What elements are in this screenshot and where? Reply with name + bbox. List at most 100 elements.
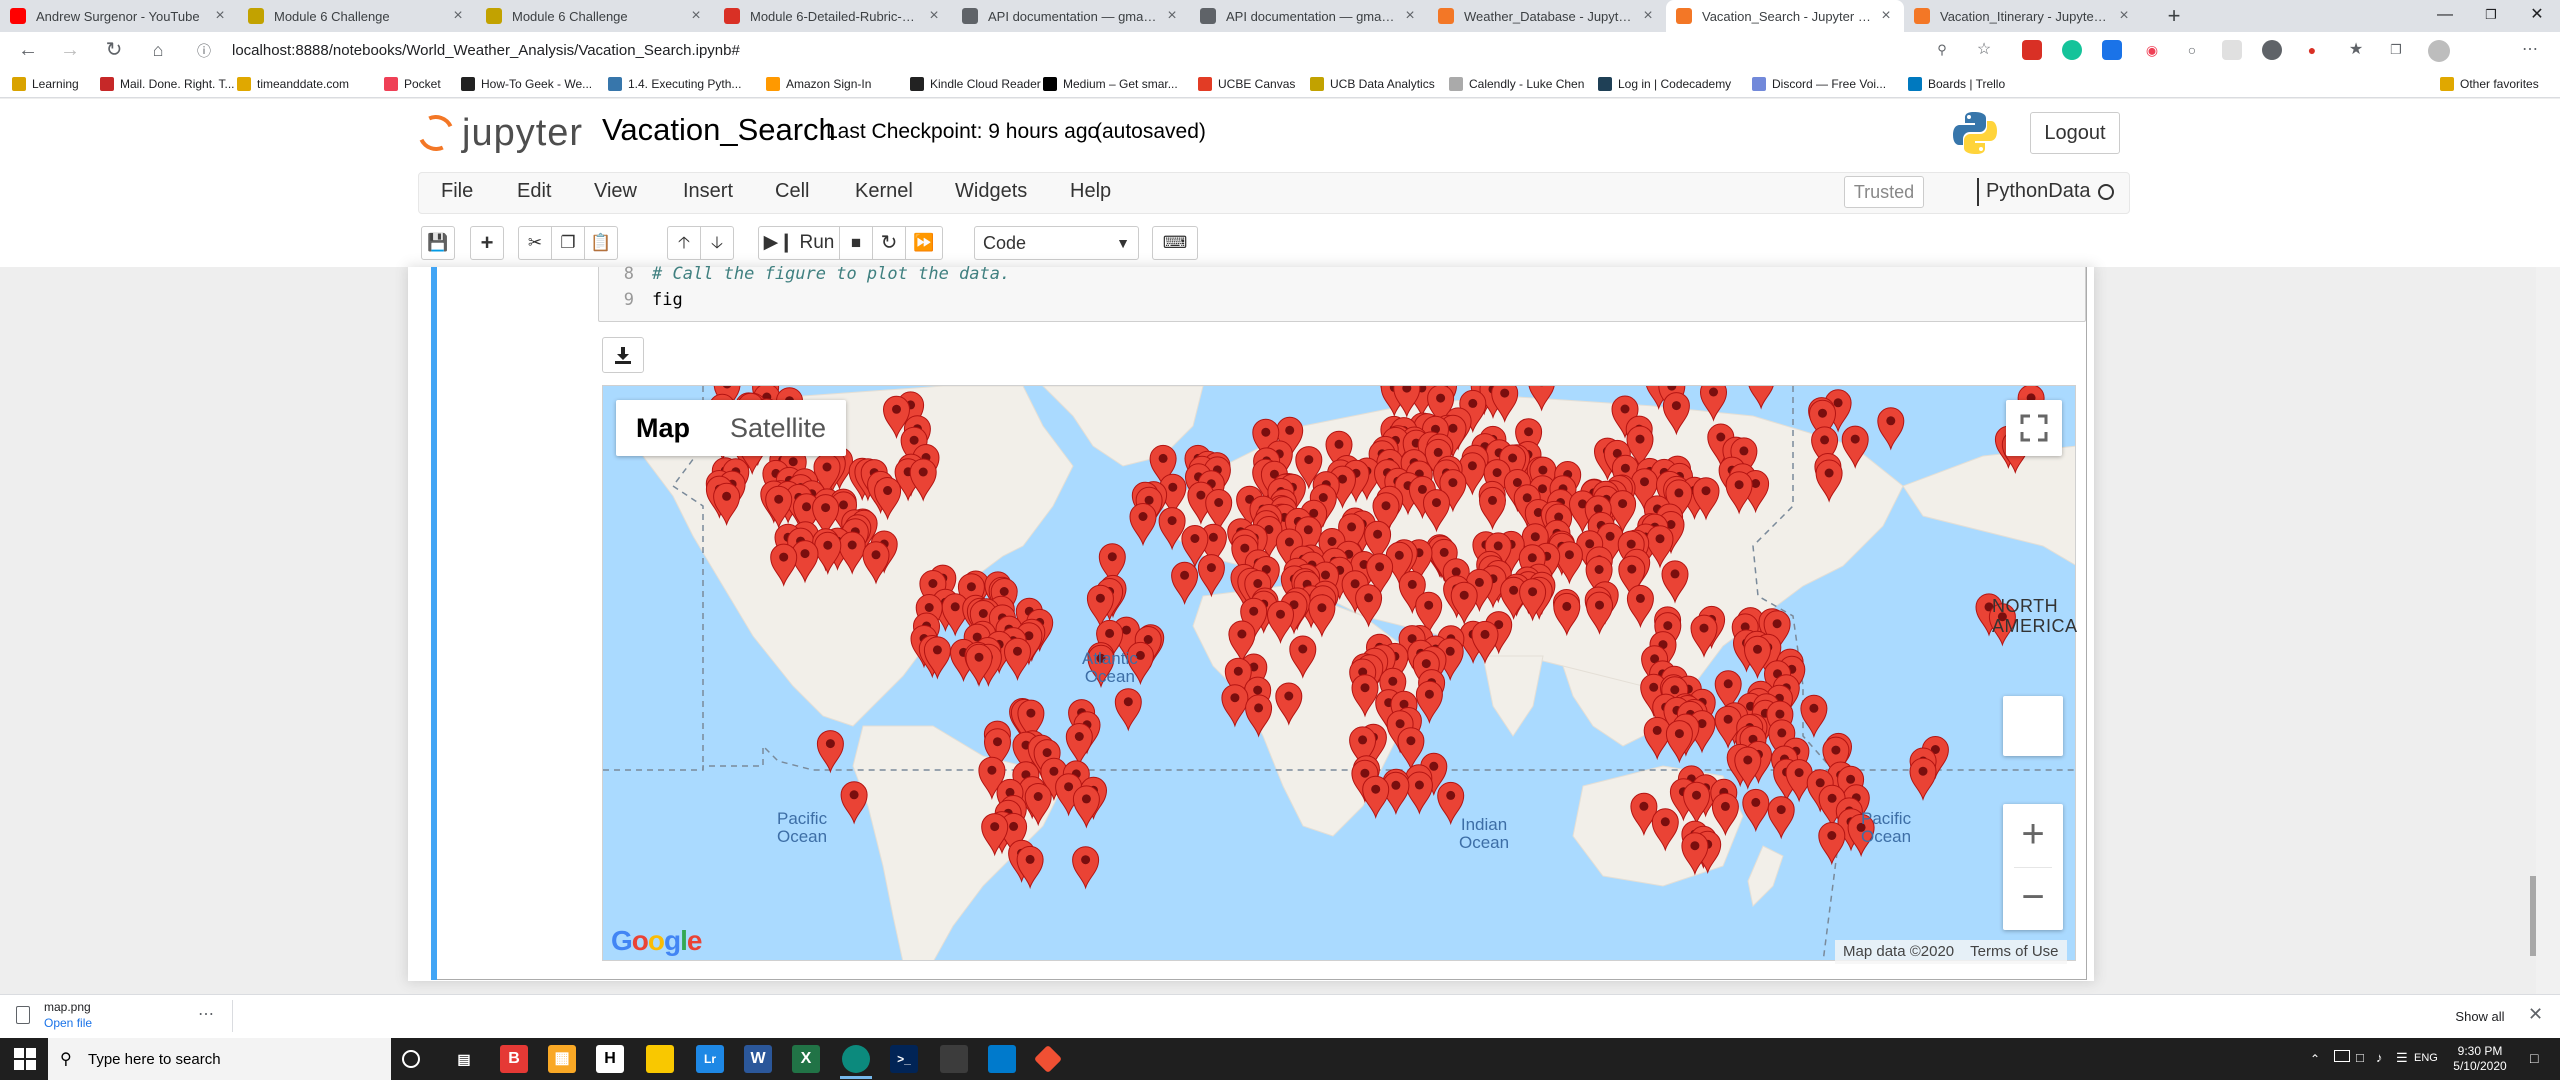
menu-cell[interactable]: Cell bbox=[775, 180, 809, 203]
map-marker[interactable] bbox=[1665, 720, 1693, 764]
bookmark-item[interactable]: Mail. Done. Right. T... bbox=[100, 75, 235, 93]
app-lr-icon[interactable]: Lr bbox=[696, 1045, 724, 1073]
bookmark-item[interactable]: Log in | Codecademy bbox=[1598, 75, 1731, 93]
map-marker[interactable] bbox=[840, 781, 868, 825]
store-icon[interactable]: ▦ bbox=[548, 1045, 576, 1073]
notifications-icon[interactable]: □ bbox=[2530, 1050, 2538, 1066]
language-indicator[interactable]: ENG bbox=[2414, 1052, 2438, 1064]
reload-icon[interactable]: ↻ bbox=[102, 38, 126, 62]
bookmark-item[interactable]: 1.4. Executing Pyth... bbox=[608, 75, 741, 93]
map-marker[interactable] bbox=[1800, 694, 1828, 739]
map-marker[interactable] bbox=[1065, 723, 1093, 767]
bookmark-item[interactable]: timeanddate.com bbox=[237, 75, 349, 93]
download-more-icon[interactable]: ⋯ bbox=[198, 1004, 214, 1024]
insert-cell-button[interactable]: + bbox=[470, 226, 504, 260]
task-view-icon[interactable]: ▤ bbox=[450, 1045, 478, 1073]
more-menu-icon[interactable]: ⋯ bbox=[2520, 40, 2540, 60]
map-marker[interactable] bbox=[1405, 771, 1433, 815]
tab-close-icon[interactable]: × bbox=[450, 7, 466, 25]
google-logo[interactable]: Google bbox=[611, 925, 702, 957]
page-scrollbar[interactable] bbox=[2536, 267, 2560, 994]
browser-tab[interactable]: Vacation_Search - Jupyter Noteb × bbox=[1666, 0, 1904, 32]
taskbar-clock[interactable]: 9:30 PM 5/10/2020 bbox=[2440, 1044, 2520, 1074]
windows-start-icon[interactable] bbox=[14, 1048, 36, 1070]
network-icon[interactable]: □ bbox=[2356, 1050, 2364, 1065]
menu-edit[interactable]: Edit bbox=[517, 180, 551, 203]
browser-tab[interactable]: API documentation — gmaps 0.9 × bbox=[1190, 0, 1428, 32]
new-tab-button[interactable]: + bbox=[2160, 2, 2188, 30]
bookmark-item[interactable]: Boards | Trello bbox=[1908, 75, 2005, 93]
back-arrow-icon[interactable]: ← bbox=[16, 38, 40, 62]
app-b-icon[interactable]: B bbox=[500, 1045, 528, 1073]
edge-icon[interactable] bbox=[842, 1045, 870, 1073]
close-shelf-icon[interactable]: ✕ bbox=[2528, 1004, 2543, 1025]
menu-view[interactable]: View bbox=[594, 180, 637, 203]
move-down-button[interactable]: 🡣 bbox=[700, 226, 734, 260]
taskbar-search[interactable]: ⚲ Type here to search bbox=[48, 1038, 391, 1080]
zoom-in-button[interactable]: + bbox=[2003, 804, 2063, 866]
map-marker[interactable] bbox=[1767, 796, 1795, 840]
tab-close-icon[interactable]: × bbox=[1164, 7, 1180, 25]
app-window-icon[interactable] bbox=[940, 1045, 968, 1073]
map-marker[interactable] bbox=[1643, 716, 1671, 761]
map-marker[interactable] bbox=[1742, 788, 1770, 833]
download-map-button[interactable] bbox=[602, 337, 644, 373]
bookmark-item[interactable]: Discord — Free Voi... bbox=[1752, 75, 1886, 93]
show-all-downloads-button[interactable]: Show all bbox=[2430, 1003, 2530, 1031]
map-marker[interactable] bbox=[923, 636, 951, 680]
word-icon[interactable]: W bbox=[744, 1045, 772, 1073]
favorites-icon[interactable]: ★ bbox=[2346, 40, 2366, 60]
map-marker[interactable] bbox=[1129, 503, 1157, 547]
map-marker[interactable] bbox=[1016, 845, 1044, 890]
restart-button[interactable]: ↻ bbox=[872, 226, 906, 260]
map-marker[interactable] bbox=[1748, 386, 1774, 410]
tab-close-icon[interactable]: × bbox=[1878, 7, 1894, 25]
notebook-name[interactable]: Vacation_Search bbox=[602, 112, 836, 148]
command-palette-button[interactable]: ⌨ bbox=[1152, 226, 1198, 260]
extension-icon-3[interactable]: ○ bbox=[2182, 40, 2202, 60]
download-filename[interactable]: map.png bbox=[44, 1000, 91, 1014]
browser-tab[interactable]: Andrew Surgenor - YouTube × bbox=[0, 0, 238, 32]
bookmark-item[interactable]: UCB Data Analytics bbox=[1310, 75, 1435, 93]
map-type-map-button[interactable]: Map bbox=[616, 400, 710, 456]
tab-close-icon[interactable]: × bbox=[1402, 7, 1418, 25]
map-marker[interactable] bbox=[1221, 684, 1249, 728]
tab-close-icon[interactable]: × bbox=[688, 7, 704, 25]
extension-icon-4[interactable] bbox=[2222, 40, 2242, 60]
map-marker[interactable] bbox=[1158, 507, 1186, 551]
map-marker[interactable] bbox=[1818, 822, 1846, 866]
menu-insert[interactable]: Insert bbox=[683, 180, 733, 203]
map-marker[interactable] bbox=[1197, 554, 1225, 598]
other-favorites[interactable]: Other favorites bbox=[2440, 75, 2539, 93]
extension-icon-2[interactable] bbox=[2102, 40, 2122, 60]
map-marker[interactable] bbox=[1003, 637, 1032, 681]
save-button[interactable]: 💾 bbox=[421, 226, 455, 260]
map-marker[interactable] bbox=[1072, 846, 1100, 890]
bookmark-item[interactable]: Pocket bbox=[384, 75, 441, 93]
map-marker[interactable] bbox=[1072, 785, 1100, 829]
bookmark-item[interactable]: Medium – Get smar... bbox=[1043, 75, 1178, 93]
tab-close-icon[interactable]: × bbox=[926, 7, 942, 25]
tab-close-icon[interactable]: × bbox=[1640, 7, 1656, 25]
fullscreen-button[interactable] bbox=[2006, 400, 2062, 456]
kernel-name[interactable]: PythonData bbox=[1986, 180, 2091, 203]
move-up-button[interactable]: 🡡 bbox=[667, 226, 701, 260]
run-button[interactable]: ▶❙ Run bbox=[758, 226, 840, 260]
terms-of-use-link[interactable]: Terms of Use bbox=[1962, 940, 2066, 964]
app-h-icon[interactable]: H bbox=[596, 1045, 624, 1073]
battery-icon[interactable] bbox=[2334, 1050, 2350, 1062]
browser-tab[interactable]: Module 6-Detailed-Rubric-Pytho × bbox=[714, 0, 952, 32]
trusted-indicator[interactable]: Trusted bbox=[1844, 176, 1924, 208]
copy-button[interactable]: ❐ bbox=[551, 226, 585, 260]
map-canvas[interactable] bbox=[603, 386, 2076, 961]
excel-icon[interactable]: X bbox=[792, 1045, 820, 1073]
cell-type-select[interactable]: Code ▼ bbox=[974, 226, 1139, 260]
vscode-icon[interactable] bbox=[988, 1045, 1016, 1073]
bookmark-star-icon[interactable]: ☆ bbox=[1974, 40, 1994, 60]
pocket-icon[interactable]: ◉ bbox=[2142, 40, 2162, 60]
browser-tab[interactable]: Module 6 Challenge × bbox=[238, 0, 476, 32]
map-marker[interactable] bbox=[1171, 561, 1199, 606]
tab-close-icon[interactable]: × bbox=[2116, 7, 2132, 25]
paste-button[interactable]: 📋 bbox=[584, 226, 618, 260]
tray-chevron-icon[interactable]: ⌃ bbox=[2310, 1052, 2320, 1066]
